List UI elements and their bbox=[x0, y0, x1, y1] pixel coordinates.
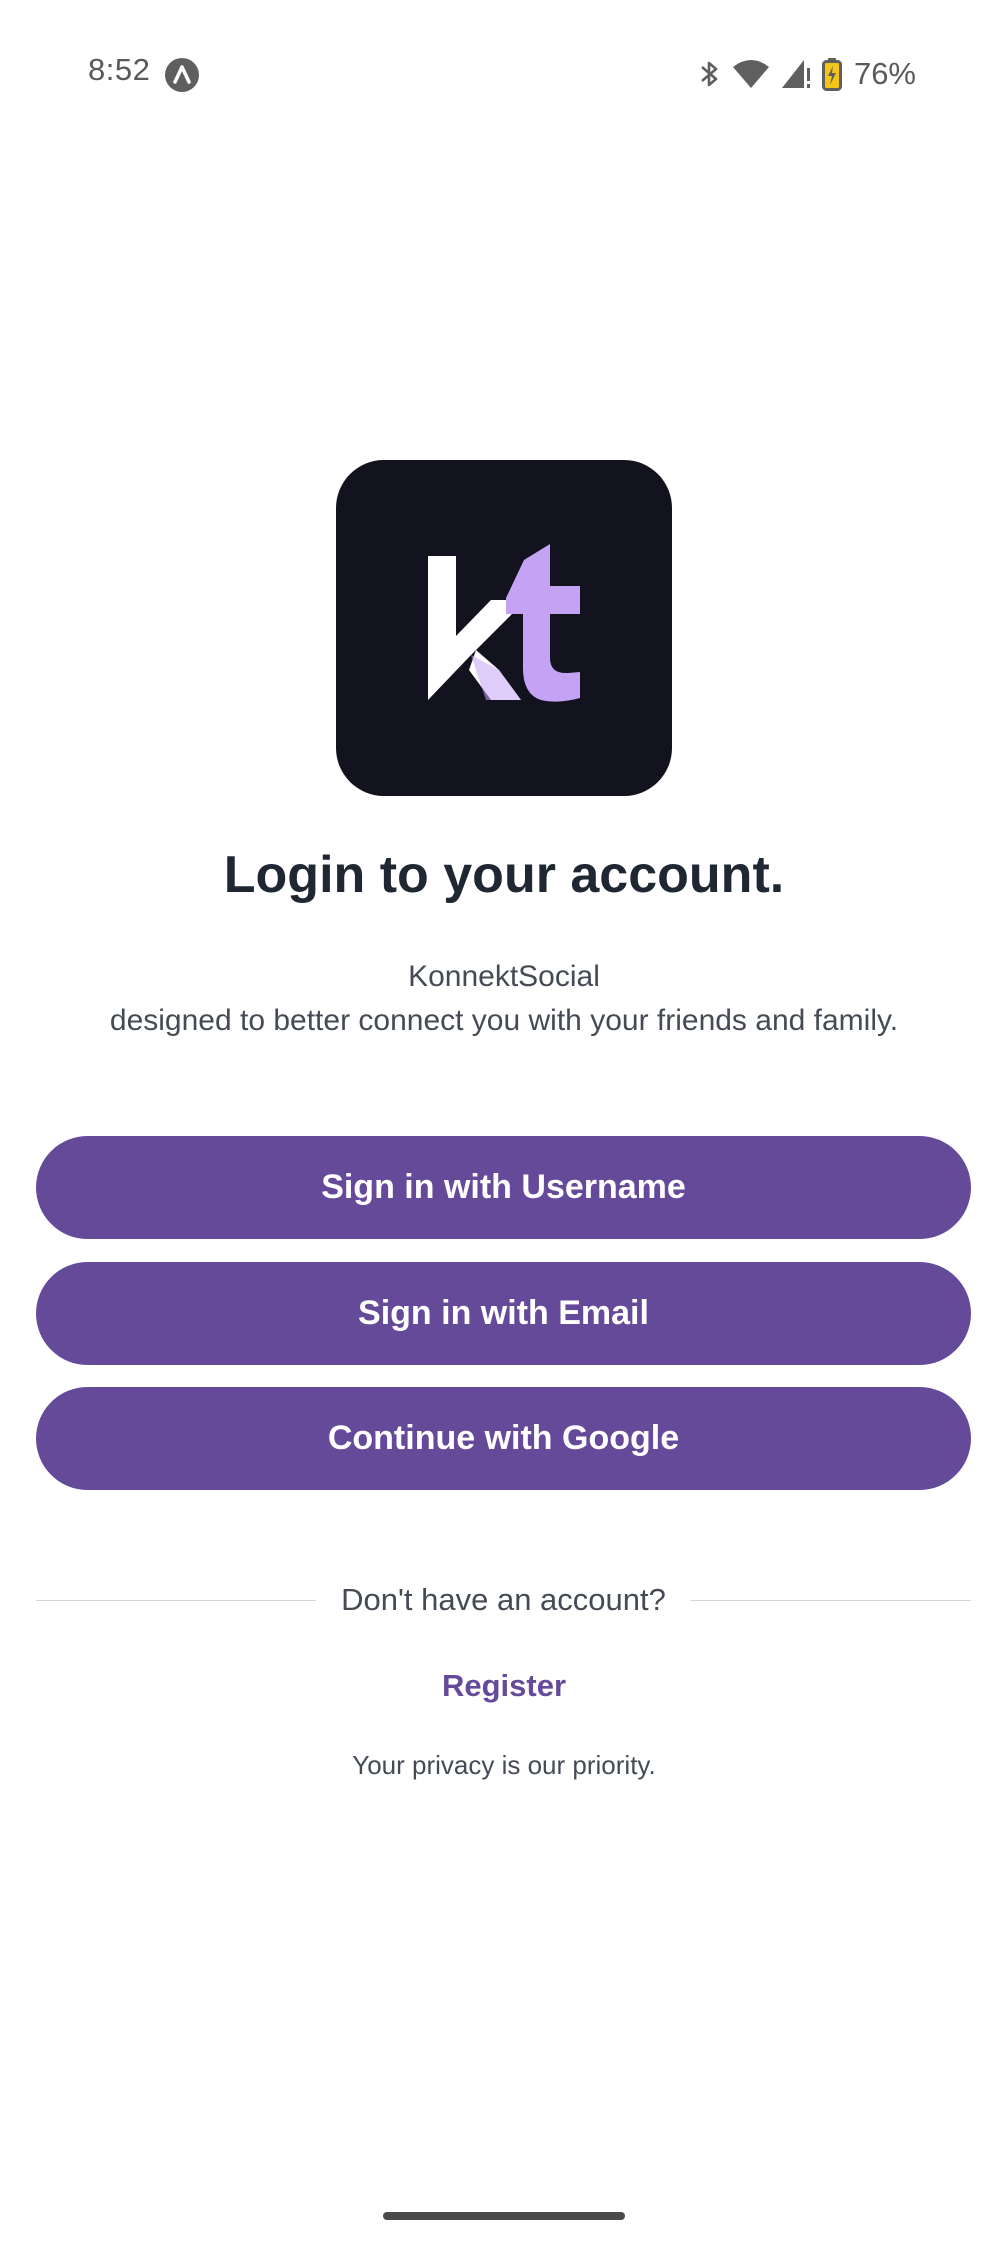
no-account-divider: Don't have an account? bbox=[36, 1578, 971, 1622]
cellular-signal-icon bbox=[781, 60, 810, 88]
app-description: designed to better connect you with your… bbox=[109, 1004, 899, 1037]
home-indicator[interactable] bbox=[383, 2212, 625, 2220]
battery-percent: 76% bbox=[853, 56, 916, 91]
divider-line-right bbox=[691, 1600, 971, 1601]
sign-in-username-button[interactable]: Sign in with Username bbox=[36, 1136, 971, 1239]
bluetooth-icon bbox=[701, 61, 718, 87]
continue-google-button[interactable]: Continue with Google bbox=[36, 1387, 971, 1490]
sign-in-email-button[interactable]: Sign in with Email bbox=[36, 1262, 971, 1365]
tagline: KonnektSocial designed to better connect… bbox=[0, 955, 1008, 1043]
status-icons: 76% bbox=[698, 56, 916, 92]
app-logo bbox=[336, 460, 672, 796]
privacy-note: Your privacy is our priority. bbox=[352, 1750, 656, 1780]
battery-charging-icon bbox=[821, 58, 842, 91]
wifi-icon bbox=[732, 60, 769, 88]
app-name: KonnektSocial bbox=[408, 960, 600, 993]
status-bar: 8:52 76% bbox=[0, 0, 1008, 150]
register-link[interactable]: Register bbox=[0, 1668, 1008, 1704]
page-title: Login to your account. bbox=[223, 846, 785, 904]
status-time: 8:52 bbox=[88, 52, 151, 87]
app-notification-icon bbox=[165, 58, 199, 92]
